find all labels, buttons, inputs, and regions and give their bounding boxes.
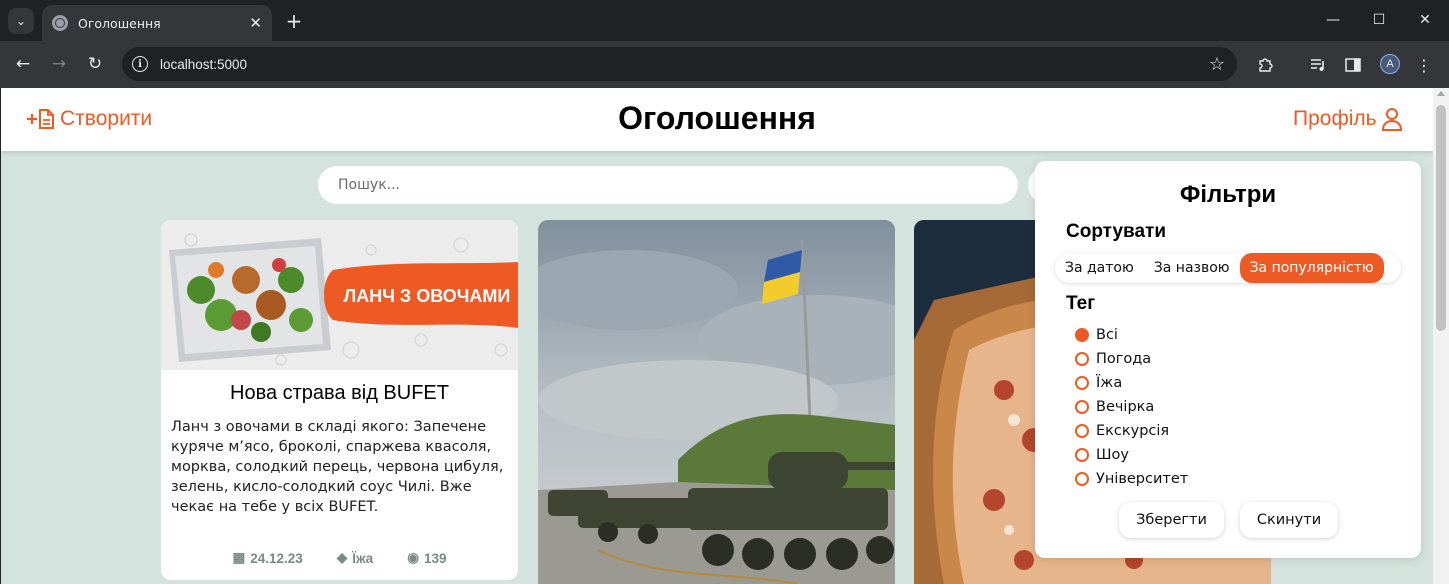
radio-icon[interactable] xyxy=(1075,400,1089,414)
card-views: ◉ 139 xyxy=(407,550,446,566)
close-icon[interactable]: ✕ xyxy=(249,14,262,32)
card-description: Ланч з овочами в складі якого: Запечене … xyxy=(171,419,504,515)
announcement-card[interactable] xyxy=(538,220,895,584)
tab-title: Оголошення xyxy=(78,15,161,31)
card-date-value: 24.12.23 xyxy=(250,550,303,566)
tag-option-label: Університет xyxy=(1096,471,1189,487)
card-image: ЛАНЧ З ОВОЧАМИ xyxy=(161,220,518,370)
search-input[interactable] xyxy=(318,166,1018,204)
info-icon[interactable]: i xyxy=(132,56,148,72)
reload-button[interactable]: ↻ xyxy=(82,51,108,77)
tag-option-label: Вечірка xyxy=(1096,399,1155,415)
filter-title: Фільтри xyxy=(1179,181,1277,208)
tag-heading: Тег xyxy=(1066,293,1096,314)
arrow-left-icon: ← xyxy=(15,54,31,74)
calendar-icon: ▦ xyxy=(232,550,246,565)
tag-icon: ◆ xyxy=(336,550,348,565)
tag-option-all[interactable]: Всі xyxy=(1075,323,1188,347)
radio-checked-icon[interactable] xyxy=(1075,328,1089,342)
star-icon[interactable]: ☆ xyxy=(1209,54,1225,75)
card-views-value: 139 xyxy=(423,550,447,566)
radio-icon[interactable] xyxy=(1075,472,1089,486)
card-tag: ◆ Їжа xyxy=(337,550,373,566)
tag-option-label: Екскурсія xyxy=(1096,423,1170,439)
arrow-right-icon: → xyxy=(51,54,67,74)
media-control-icon[interactable] xyxy=(1307,54,1329,76)
globe-icon xyxy=(52,15,68,31)
plus-icon: + xyxy=(285,9,303,33)
new-tab-button[interactable]: + xyxy=(282,9,306,33)
chevron-down-icon: ⌄ xyxy=(15,14,27,28)
site-header: Створити Оголошення Профіль xyxy=(1,88,1433,151)
filter-panel: Фільтри Сортувати За датою За назвою За … xyxy=(1035,161,1421,558)
radio-icon[interactable] xyxy=(1075,352,1089,366)
address-bar[interactable]: i localhost:5000 ☆ xyxy=(122,47,1237,81)
tag-option-university[interactable]: Університет xyxy=(1075,467,1188,491)
sort-by-name[interactable]: За назвою xyxy=(1144,253,1240,283)
card-title: Нова страва від BUFET xyxy=(230,382,449,404)
tab-search-button[interactable]: ⌄ xyxy=(8,8,34,34)
user-icon xyxy=(1381,108,1402,131)
browser-tab[interactable]: Оголошення ✕ xyxy=(42,5,272,41)
profile-label: Профіль xyxy=(1293,107,1377,130)
page-title: Оголошення xyxy=(618,100,816,136)
reload-icon: ↻ xyxy=(87,54,103,74)
card-meta: ▦ 24.12.23 ◆ Їжа ◉ 139 xyxy=(161,550,518,566)
eye-icon: ◉ xyxy=(407,550,419,565)
tag-option-show[interactable]: Шоу xyxy=(1075,443,1188,467)
forward-button[interactable]: → xyxy=(46,51,72,77)
card-image xyxy=(538,220,895,584)
minimize-button[interactable]: — xyxy=(1310,6,1356,34)
scroll-up-arrow-icon[interactable] xyxy=(1437,91,1445,96)
window-close-button[interactable]: ✕ xyxy=(1402,6,1448,34)
extensions-icon[interactable] xyxy=(1254,54,1276,76)
radio-icon[interactable] xyxy=(1075,448,1089,462)
card-tag-value: Їжа xyxy=(352,550,374,566)
tag-option-label: Всі xyxy=(1096,327,1118,343)
sort-heading: Сортувати xyxy=(1066,221,1167,242)
profile-button[interactable]: Профіль xyxy=(1293,107,1403,131)
side-panel-icon[interactable] xyxy=(1342,54,1364,76)
sort-options: За датою За назвою За популярністю xyxy=(1055,253,1401,283)
tag-option-party[interactable]: Вечірка xyxy=(1075,395,1188,419)
page-viewport: Створити Оголошення Профіль Пошук... ЛАН… xyxy=(1,88,1433,584)
tag-option-excursion[interactable]: Екскурсія xyxy=(1075,419,1188,443)
page-scrollbar[interactable] xyxy=(1433,88,1449,584)
announcement-card[interactable]: ЛАНЧ З ОВОЧАМИ Нова страва від BUFET Лан… xyxy=(161,220,518,580)
tag-option-label: Шоу xyxy=(1096,447,1129,463)
url-text: localhost:5000 xyxy=(160,56,248,72)
card-image-text: ЛАНЧ З ОВОЧАМИ xyxy=(344,286,511,306)
tag-option-food[interactable]: Їжа xyxy=(1075,371,1188,395)
sort-by-date[interactable]: За датою xyxy=(1055,253,1144,283)
radio-icon[interactable] xyxy=(1075,376,1089,390)
avatar[interactable]: A xyxy=(1380,54,1400,74)
browser-tabstrip: ⌄ Оголошення ✕ + — ☐ ✕ xyxy=(0,0,1449,41)
tag-option-label: Їжа xyxy=(1096,375,1123,391)
reset-button[interactable]: Скинути xyxy=(1240,502,1338,538)
tag-list: Всі Погода Їжа Вечірка Екскурсія Шоу Уні… xyxy=(1075,323,1188,491)
menu-icon[interactable]: ⋮ xyxy=(1413,54,1435,76)
sort-by-popularity[interactable]: За популярністю xyxy=(1239,253,1384,283)
back-button[interactable]: ← xyxy=(10,51,36,77)
browser-toolbar: ← → ↻ i localhost:5000 ☆ ⋮ xyxy=(0,41,1449,88)
tag-option-label: Погода xyxy=(1096,351,1152,367)
card-date: ▦ 24.12.23 xyxy=(233,550,303,566)
radio-icon[interactable] xyxy=(1075,424,1089,438)
tag-option-weather[interactable]: Погода xyxy=(1075,347,1188,371)
maximize-button[interactable]: ☐ xyxy=(1356,6,1402,34)
save-button[interactable]: Зберегти xyxy=(1119,502,1224,538)
scroll-thumb[interactable] xyxy=(1436,105,1446,331)
